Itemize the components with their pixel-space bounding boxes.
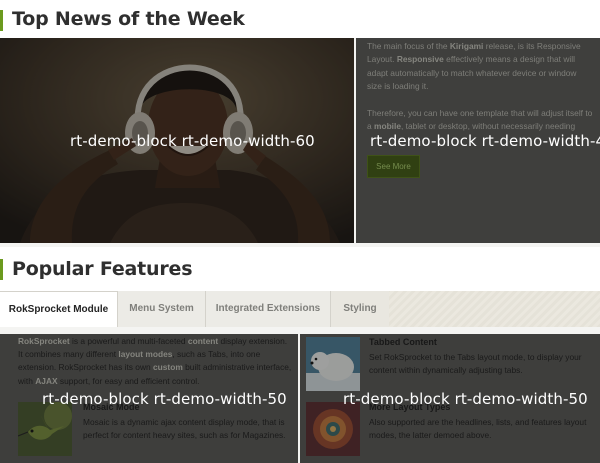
- roksprocket-intro: RokSprocket is a powerful and multi-face…: [18, 335, 292, 388]
- text: , tablet or desktop, without necessarily…: [401, 121, 576, 132]
- hero-image: rt-demo-block rt-demo-width-60: [0, 38, 354, 243]
- bold-text: Responsive: [396, 54, 444, 65]
- mosaic-text: Mosaic is a dynamic ajax content display…: [83, 417, 286, 441]
- tab-roksprocket-module[interactable]: RokSprocket Module: [0, 291, 118, 327]
- bold-text: custom: [153, 362, 183, 373]
- demo-block-label: rt-demo-block rt-demo-width-40: [370, 132, 600, 150]
- layout-types-panel: Tabbed Content Set RokSprocket to the Ta…: [300, 334, 600, 463]
- tab-menu-system[interactable]: Menu System: [118, 291, 206, 327]
- demo-block-label: rt-demo-block rt-demo-width-60: [70, 132, 315, 150]
- hummingbird-thumbnail: [18, 402, 72, 456]
- tabbed-content-text: Set RokSprocket to the Tabs layout mode,…: [369, 352, 582, 376]
- polar-bear-illustration: [306, 337, 360, 391]
- tab-integrated-extensions[interactable]: Integrated Extensions: [206, 291, 331, 327]
- news-text-column: The main focus of the Kirigami release, …: [356, 38, 600, 243]
- accent-bar: [0, 259, 3, 280]
- tab-styling[interactable]: Styling: [331, 291, 389, 327]
- hummingbird-illustration: [18, 402, 72, 456]
- demo-block-label: rt-demo-block rt-demo-width-50: [343, 390, 588, 408]
- news-paragraph: The main focus of the Kirigami release, …: [367, 40, 593, 94]
- text: is a powerful and multi-faceted: [69, 336, 188, 346]
- top-news-header: Top News of the Week: [0, 0, 600, 38]
- section-title: Top News of the Week: [12, 8, 245, 30]
- flower-illustration: [306, 402, 360, 456]
- section-title: Popular Features: [12, 258, 193, 280]
- tabbed-content-title: Tabbed Content: [369, 337, 437, 347]
- bold-text: AJAX: [35, 375, 58, 386]
- demo-block-label: rt-demo-block rt-demo-width-50: [42, 390, 287, 408]
- accent-bar: [0, 10, 3, 31]
- see-more-button[interactable]: See More: [367, 155, 420, 178]
- bold-text: content: [187, 336, 219, 346]
- news-paragraph: Therefore, you can have one template tha…: [367, 107, 593, 134]
- popular-features-header: Popular Features: [0, 247, 600, 291]
- text: The main focus of the: [367, 41, 450, 51]
- tab-spacer: [0, 327, 600, 334]
- bold-text: Kirigami: [449, 41, 484, 51]
- more-layout-types-text: Also supported are the headlines, lists,…: [369, 417, 587, 441]
- bold-text: RokSprocket: [18, 336, 70, 346]
- bold-text: mobile: [374, 121, 401, 132]
- feature-tabs: RokSprocket Module Menu System Integrate…: [0, 291, 600, 327]
- polar-bear-thumbnail: [306, 337, 360, 391]
- text: support, for easy and efficient control.: [57, 375, 200, 386]
- flower-thumbnail: [306, 402, 360, 456]
- bold-text: layout modes: [118, 349, 173, 360]
- roksprocket-panel: RokSprocket is a powerful and multi-face…: [0, 334, 298, 463]
